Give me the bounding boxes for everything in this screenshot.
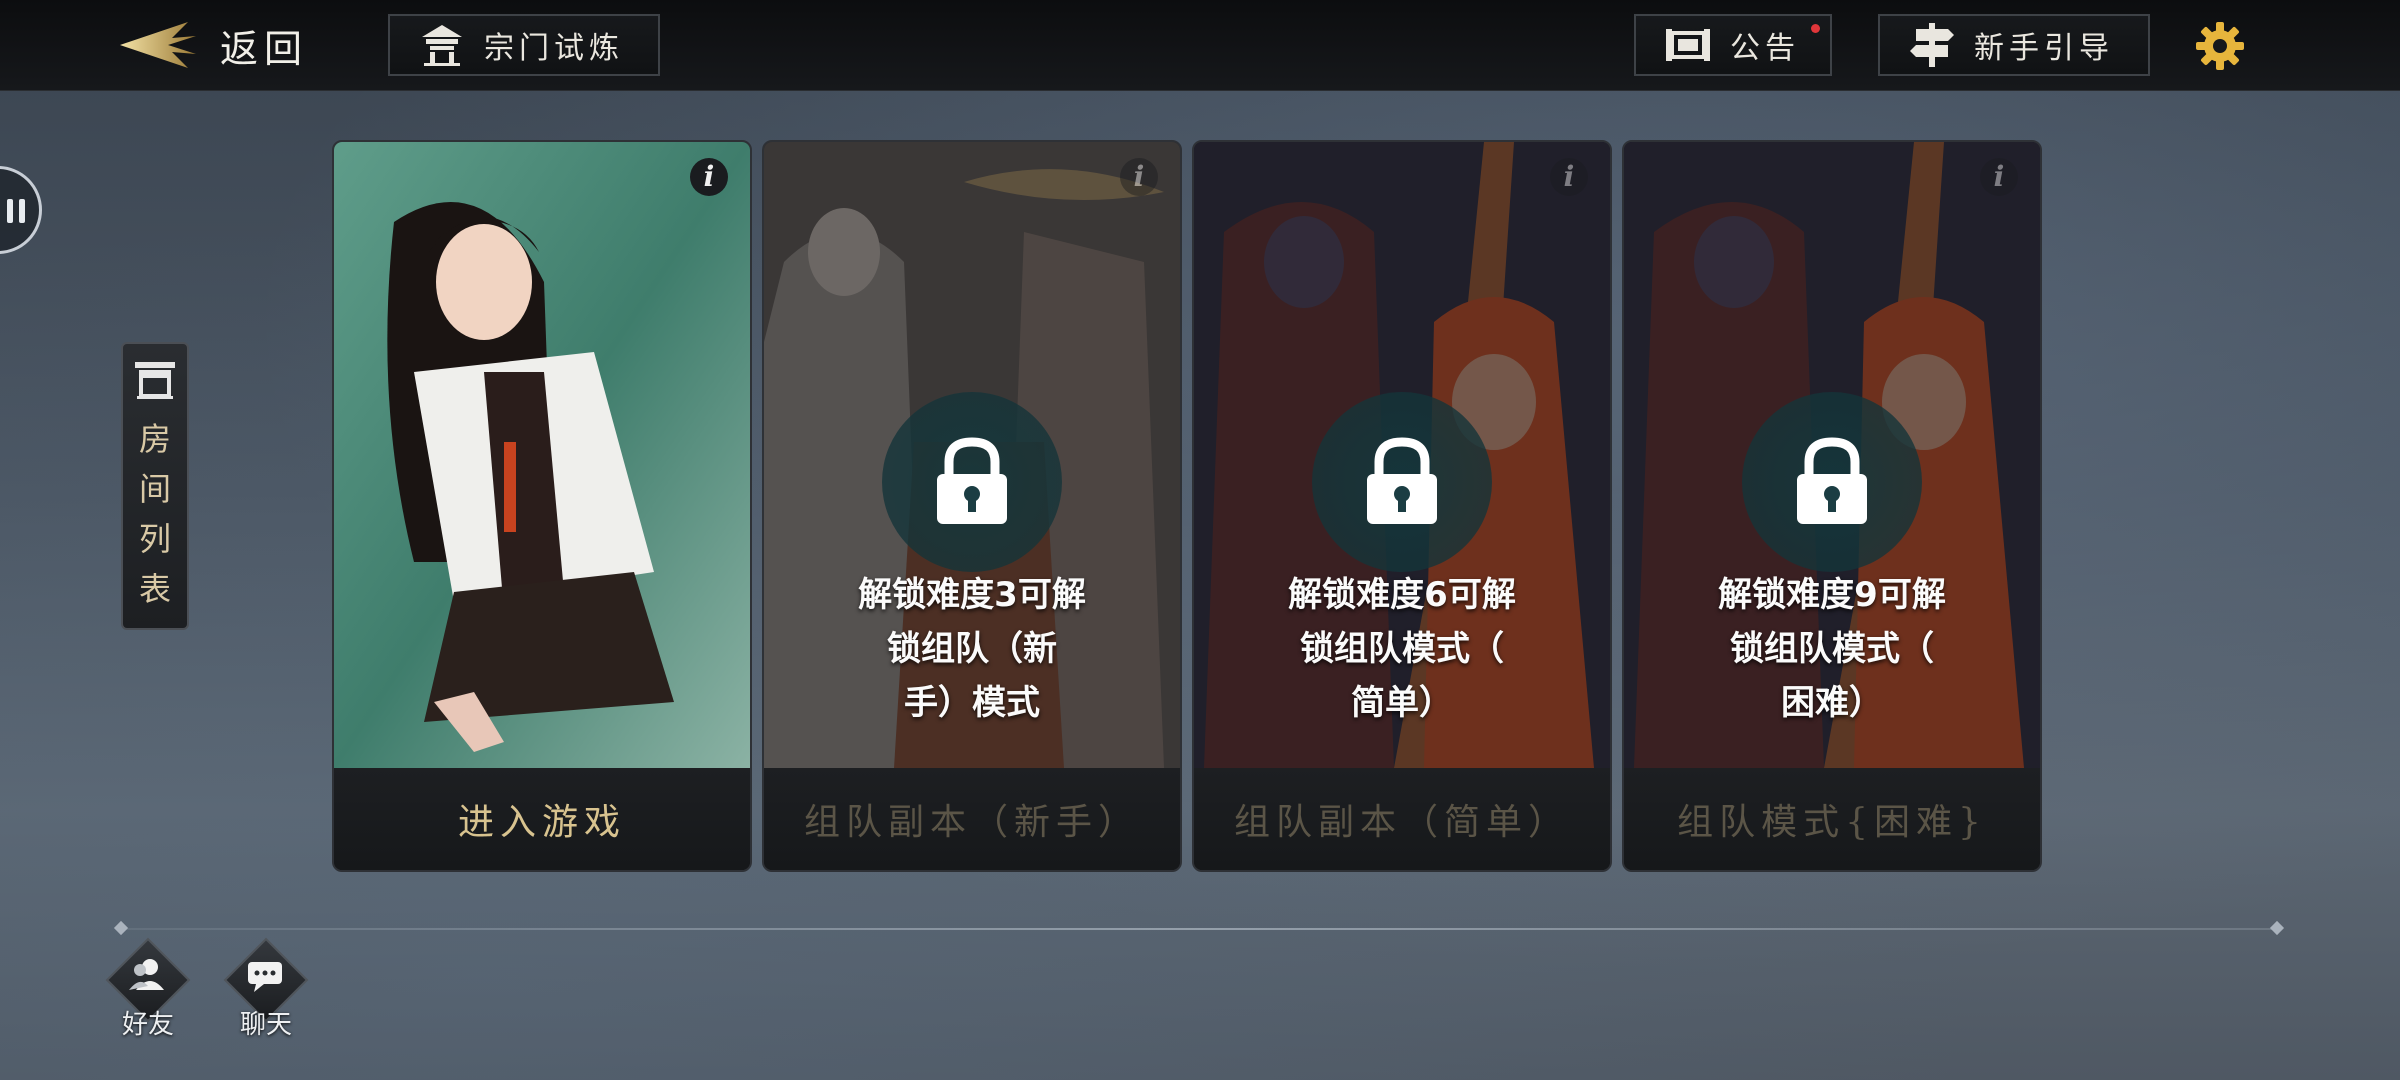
sect-trial-button[interactable]: 宗门试炼 — [388, 14, 660, 76]
unlock-text-line: 锁组队（新 — [887, 629, 1057, 669]
divider-end-dot — [2269, 920, 2285, 936]
bottom-divider — [120, 928, 2280, 930]
gate-icon — [135, 362, 175, 399]
scroll-icon — [1666, 29, 1710, 61]
notice-button[interactable]: 公告 — [1634, 14, 1832, 76]
card-footer-label: 进入游戏 — [334, 768, 750, 870]
unlock-text-line: 解锁难度6可解 — [1288, 575, 1516, 615]
unlock-text-line: 解锁难度9可解 — [1718, 575, 1946, 615]
friends-label: 好友 — [121, 1010, 174, 1040]
divider-end-dot — [113, 920, 129, 936]
notice-label: 公告 — [1730, 31, 1800, 66]
heroine-portrait — [334, 142, 750, 768]
unlock-requirement-text: 解锁难度3可解 锁组队（新 手）模式 — [804, 568, 1140, 730]
back-button[interactable]: 返回 — [118, 18, 308, 72]
novice-guide-button[interactable]: 新手引导 — [1878, 14, 2150, 76]
info-icon[interactable]: i — [1980, 158, 2018, 196]
unlock-text-line: 困难） — [1781, 683, 1883, 723]
info-icon[interactable]: i — [1120, 158, 1158, 196]
back-label: 返回 — [220, 26, 309, 71]
gear-icon[interactable] — [2194, 20, 2246, 72]
chat-label: 聊天 — [239, 1010, 292, 1040]
pause-bar-left — [7, 199, 13, 223]
padlock-icon — [1797, 437, 1867, 524]
back-arrow-icon — [120, 22, 196, 68]
pause-bar-right — [19, 199, 25, 223]
info-icon[interactable]: i — [1550, 158, 1588, 196]
unlock-text-line: 解锁难度3可解 — [858, 575, 1086, 615]
unlock-requirement-text: 解锁难度6可解 锁组队模式（ 简单） — [1234, 568, 1570, 730]
unlock-text-line: 手）模式 — [904, 683, 1040, 723]
card-footer-label: 组队副本（新手） — [764, 768, 1180, 870]
pavilion-icon — [422, 25, 462, 66]
unlock-requirement-text: 解锁难度9可解 锁组队模式（ 困难） — [1664, 568, 2000, 730]
lock-badge — [1624, 392, 2040, 572]
sect-trial-label: 宗门试炼 — [484, 31, 624, 66]
top-bar: 返回 宗门试炼 公告 新手引导 — [0, 0, 2400, 91]
padlock-icon — [937, 437, 1007, 524]
unlock-text-line: 简单） — [1351, 683, 1453, 723]
side-pull-tab[interactable] — [0, 166, 42, 254]
card-team-dungeon-novice[interactable]: i 解锁难度3可解 锁组队（新 手）模式 组队副本（新手） — [762, 140, 1182, 872]
lock-badge — [1194, 392, 1610, 572]
card-footer-label: 组队模式{困难} — [1624, 768, 2040, 870]
card-enter-game[interactable]: i 进入游戏 — [332, 140, 752, 872]
signpost-icon — [1910, 23, 1954, 67]
unlock-text-line: 锁组队模式（ — [1300, 629, 1504, 669]
chat-icon — [248, 962, 282, 992]
card-team-dungeon-easy[interactable]: i 解锁难度6可解 锁组队模式（ 简单） 组队副本（简单） — [1192, 140, 1612, 872]
room-list-button[interactable]: 房间列表 — [121, 342, 189, 630]
room-list-label: 房间列表 — [138, 420, 171, 608]
chat-button[interactable]: 聊天 — [223, 937, 309, 1044]
lock-badge — [764, 392, 1180, 572]
card-team-mode-hard[interactable]: i 解锁难度9可解 锁组队模式（ 困难） 组队模式{困难} — [1622, 140, 2042, 872]
info-icon[interactable]: i — [690, 158, 728, 196]
notice-badge-dot — [1811, 24, 1820, 33]
novice-guide-label: 新手引导 — [1974, 31, 2114, 66]
card-footer-label: 组队副本（简单） — [1194, 768, 1610, 870]
padlock-icon — [1367, 437, 1437, 524]
friends-icon — [129, 959, 164, 990]
unlock-text-line: 锁组队模式（ — [1730, 629, 1934, 669]
friends-button[interactable]: 好友 — [105, 937, 191, 1044]
